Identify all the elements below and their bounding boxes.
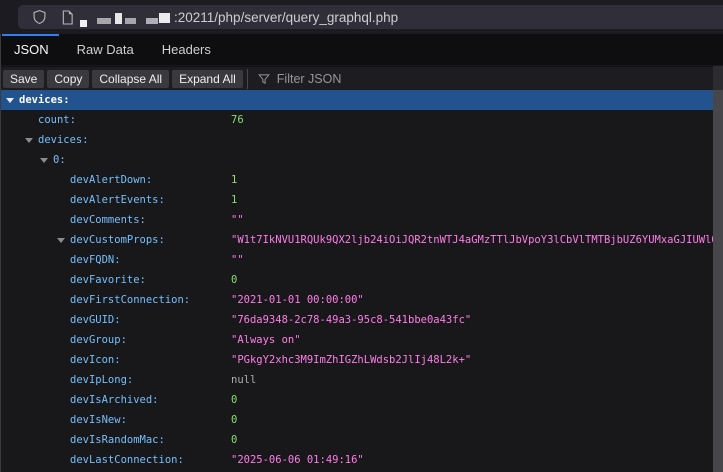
json-row-devComments[interactable]: devComments: "" <box>0 210 713 230</box>
json-value: 0 <box>231 410 237 430</box>
json-row-devAlertDown[interactable]: devAlertDown: 1 <box>0 170 713 190</box>
redacted-host <box>78 5 174 29</box>
json-row-devGUID[interactable]: devGUID: "76da9348-2c78-49a3-95c8-541bbe0… <box>0 310 713 330</box>
json-row-devIsArchived[interactable]: devIsArchived: 0 <box>0 390 713 410</box>
json-value: "Always on" <box>231 330 301 350</box>
json-key: devices: <box>38 130 89 150</box>
json-viewer-tabstrip: JSON Raw Data Headers <box>0 34 723 66</box>
json-key: devIcon: <box>70 350 121 370</box>
twisty-expanded-icon[interactable] <box>40 158 48 163</box>
tab-headers[interactable]: Headers <box>148 34 225 65</box>
json-row-0[interactable]: 0: <box>0 150 713 170</box>
json-value: "2025-06-06 01:49:16" <box>231 450 364 470</box>
json-row-devLastConnection[interactable]: devLastConnection: "2025-06-06 01:49:16" <box>0 450 713 470</box>
twisty-expanded-icon[interactable] <box>6 98 14 103</box>
json-value: 1 <box>231 190 237 210</box>
filter-json-input[interactable] <box>277 72 723 86</box>
json-key: 0: <box>53 150 66 170</box>
tab-raw-data[interactable]: Raw Data <box>63 34 148 65</box>
url-bar[interactable]: :20211/php/server/query_graphql.php <box>18 5 723 29</box>
json-row-devCustomProps[interactable]: devCustomProps: "W1t7IkNVU1RQUk9QX2ljb24i… <box>0 230 713 250</box>
json-value: "2021-01-01 00:00:00" <box>231 290 364 310</box>
twisty-expanded-icon[interactable] <box>25 138 33 143</box>
json-row-devices-child[interactable]: devices: <box>0 130 713 150</box>
json-value: 0 <box>231 270 237 290</box>
json-row-devFQDN[interactable]: devFQDN: "" <box>0 250 713 270</box>
json-key: devFavorite: <box>70 270 146 290</box>
json-row-devices[interactable]: devices: <box>0 90 713 110</box>
json-key: devGroup: <box>70 330 127 350</box>
json-key: devComments: <box>70 210 146 230</box>
json-value: "76da9348-2c78-49a3-95c8-541bbe0a43fc" <box>231 310 471 330</box>
json-value: "W1t7IkNVU1RQUk9QX2ljb24iOiJQR2tnWTJ4aGM… <box>231 230 713 250</box>
json-key: devAlertDown: <box>70 170 152 190</box>
tab-json[interactable]: JSON <box>0 34 63 65</box>
json-row-count[interactable]: count: 76 <box>0 110 713 130</box>
json-value: "PGkgY2xhc3M9ImZhIGZhLWdsb2JlIj48L2k+" <box>231 350 471 370</box>
collapse-all-button[interactable]: Collapse All <box>92 70 169 88</box>
tab-headers-label: Headers <box>162 42 211 57</box>
url-text[interactable]: :20211/php/server/query_graphql.php <box>174 10 398 25</box>
json-key: devFQDN: <box>70 250 121 270</box>
browser-chrome: :20211/php/server/query_graphql.php <box>0 0 723 34</box>
filter-box[interactable] <box>248 67 723 91</box>
json-value: 1 <box>231 170 237 190</box>
json-row-devIcon[interactable]: devIcon: "PGkgY2xhc3M9ImZhIGZhLWdsb2JlIj4… <box>0 350 713 370</box>
json-row-devAlertEvents[interactable]: devAlertEvents: 1 <box>0 190 713 210</box>
json-tree: devices:count:76devices:0:devAlertDown:1… <box>0 90 713 472</box>
expand-all-button[interactable]: Expand All <box>172 70 243 88</box>
json-key: devLastConnection: <box>70 450 184 470</box>
json-key: devIpLong: <box>70 370 133 390</box>
json-key: devCustomProps: <box>70 230 165 250</box>
copy-button[interactable]: Copy <box>47 70 89 88</box>
json-value: 0 <box>231 430 237 450</box>
json-key: devIsArchived: <box>70 390 159 410</box>
json-row-devFavorite[interactable]: devFavorite: 0 <box>0 270 713 290</box>
json-key: devFirstConnection: <box>70 290 190 310</box>
json-key: count: <box>38 110 76 130</box>
shield-icon[interactable] <box>30 9 48 25</box>
json-key: devIsRandomMac: <box>70 430 165 450</box>
scrollbar-thumb[interactable] <box>713 90 723 472</box>
json-key: devGUID: <box>70 310 121 330</box>
json-key: devAlertEvents: <box>70 190 165 210</box>
json-value: 0 <box>231 390 237 410</box>
json-row-devIsNew[interactable]: devIsNew: 0 <box>0 410 713 430</box>
json-row-devFirstConnection[interactable]: devFirstConnection: "2021-01-01 00:00:00" <box>0 290 713 310</box>
json-key: devIsNew: <box>70 410 127 430</box>
tab-raw-data-label: Raw Data <box>77 42 134 57</box>
json-toolbar: Save Copy Collapse All Expand All <box>0 66 723 90</box>
window-left-edge <box>0 34 1 472</box>
json-row-devGroup[interactable]: devGroup: "Always on" <box>0 330 713 350</box>
json-row-devIpLong[interactable]: devIpLong: null <box>0 370 713 390</box>
twisty-expanded-icon[interactable] <box>57 238 65 243</box>
page-icon <box>58 10 76 25</box>
json-value: 76 <box>231 110 244 130</box>
vertical-scrollbar[interactable] <box>713 66 723 472</box>
json-value: "" <box>231 210 244 230</box>
json-row-devIsRandomMac[interactable]: devIsRandomMac: 0 <box>0 430 713 450</box>
tab-json-label: JSON <box>14 42 49 57</box>
json-key: devices: <box>19 90 70 110</box>
json-value: "" <box>231 250 244 270</box>
filter-funnel-icon <box>258 73 270 85</box>
json-value: null <box>231 370 256 390</box>
save-button[interactable]: Save <box>3 70 44 88</box>
